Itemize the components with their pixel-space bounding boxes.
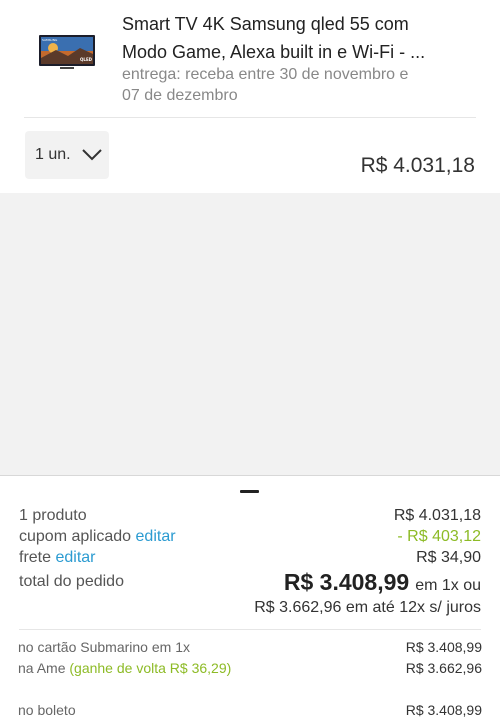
total-once-label: em 1x ou	[415, 577, 481, 594]
items-label: 1 produto	[19, 507, 87, 524]
thumb-brand: SAMSUNG	[42, 38, 58, 42]
divider	[24, 117, 476, 118]
delivery-estimate: entrega: receba entre 30 de novembro e 0…	[122, 64, 462, 106]
ame-cashback: (ganhe de volta R$ 36,29)	[69, 660, 232, 676]
boleto-label: no boleto	[18, 702, 76, 718]
chevron-down-icon	[81, 149, 102, 161]
ame-value: R$ 3.662,96	[405, 660, 482, 676]
content-background	[0, 193, 500, 475]
total-value: R$ 3.408,99	[283, 569, 410, 595]
cart-product: SAMSUNG QLED Smart TV 4K Samsung qled 55…	[0, 0, 500, 120]
payment-option-card: no cartão Submarino em 1x R$ 3.408,99	[18, 639, 482, 655]
summary-row-shipping: frete editar R$ 34,90	[19, 549, 481, 567]
product-title-line-2: Modo Game, Alexa built in e Wi-Fi - ...	[122, 42, 426, 62]
coupon-discount: - R$ 403,12	[397, 528, 481, 545]
items-value: R$ 4.031,18	[393, 507, 481, 524]
card-label: no cartão Submarino em 1x	[18, 639, 190, 655]
drag-handle[interactable]	[240, 490, 259, 493]
card-value: R$ 3.408,99	[405, 639, 482, 655]
product-title-line-1: Smart TV 4K Samsung qled 55 com	[122, 14, 409, 34]
boleto-value: R$ 3.408,99	[405, 702, 482, 718]
summary-row-items: 1 produto R$ 4.031,18	[19, 507, 481, 525]
shipping-value: R$ 34,90	[416, 549, 481, 566]
product-thumbnail[interactable]: SAMSUNG QLED	[38, 34, 96, 72]
delivery-line-2: 07 de dezembro	[122, 87, 238, 104]
payment-option-ame: na Ame (ganhe de volta R$ 36,29) R$ 3.66…	[18, 660, 482, 676]
shipping-label: frete	[19, 549, 52, 566]
installments-info: R$ 3.662,96 em até 12x s/ juros	[254, 599, 481, 616]
quantity-selector[interactable]: 1 un.	[25, 131, 109, 179]
coupon-label: cupom aplicado	[19, 528, 132, 545]
summary-row-coupon: cupom aplicado editar - R$ 403,12	[19, 528, 481, 546]
total-price: R$ 3.408,99 em 1x ou	[284, 569, 481, 596]
quantity-value: 1 un.	[35, 146, 71, 163]
edit-shipping-link[interactable]: editar	[55, 549, 95, 566]
divider	[19, 629, 481, 630]
edit-coupon-link[interactable]: editar	[136, 528, 176, 545]
product-title[interactable]: Smart TV 4K Samsung qled 55 com Modo Gam…	[122, 10, 472, 66]
ame-label: na Ame	[18, 660, 66, 676]
thumb-badge: QLED	[80, 57, 93, 62]
delivery-line-1: entrega: receba entre 30 de novembro e	[122, 66, 409, 83]
total-label: total do pedido	[19, 573, 124, 590]
order-summary-sheet: 1 produto R$ 4.031,18 cupom aplicado edi…	[0, 475, 500, 727]
product-price: R$ 4.031,18	[360, 154, 475, 177]
payment-option-boleto: no boleto R$ 3.408,99	[18, 702, 482, 718]
